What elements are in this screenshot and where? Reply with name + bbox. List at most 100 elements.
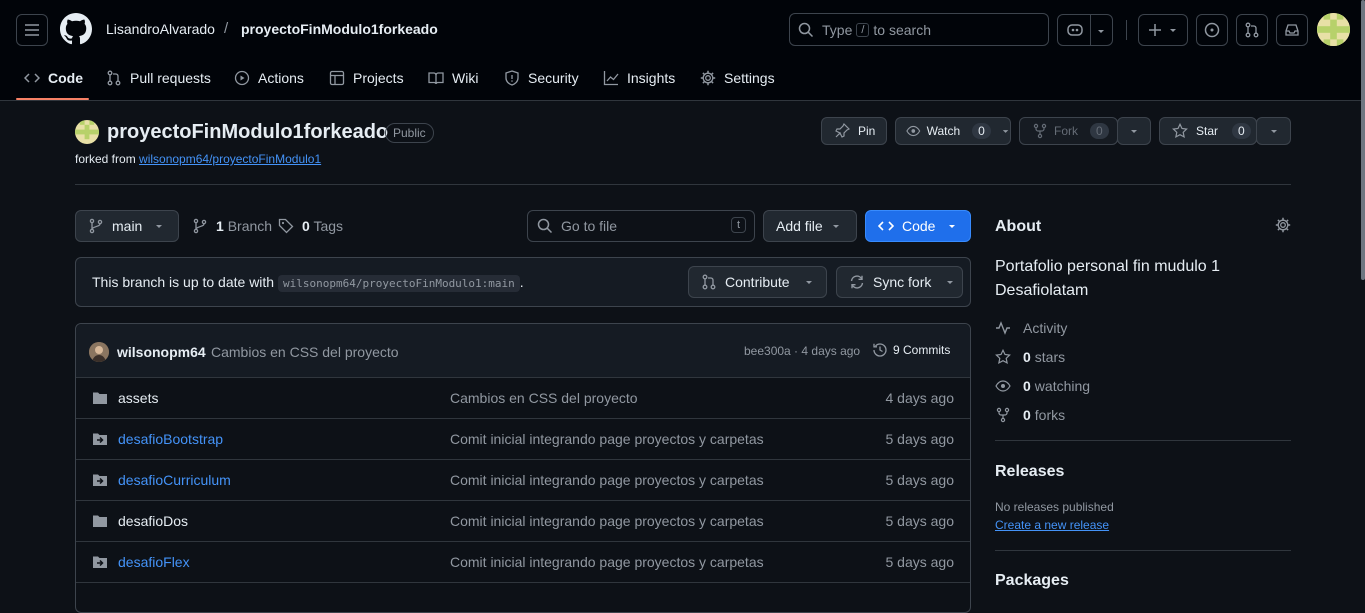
file-commit-message[interactable]: Comit inicial integrando page proyectos … — [450, 472, 764, 488]
pin-button[interactable]: Pin — [821, 117, 887, 145]
go-to-file-input[interactable]: Go to file t — [527, 210, 755, 242]
tab-actions-label: Actions — [258, 70, 304, 86]
tags-link[interactable]: 0 Tags — [278, 218, 343, 234]
forks-count: 0 — [1023, 407, 1031, 423]
no-releases-text: No releases published — [995, 500, 1114, 514]
forked-from-label: forked from wilsonopm64/proyectoFinModul… — [75, 152, 321, 166]
commit-message[interactable]: Cambios en CSS del proyecto — [211, 344, 399, 360]
stars-label: stars — [1034, 349, 1066, 365]
file-row[interactable]: desafioBootstrap Comit inicial integrand… — [76, 418, 970, 459]
commits-link[interactable]: 9 Commits — [872, 342, 950, 358]
branch-status-text: This branch is up to date with wilsonopm… — [92, 274, 524, 292]
create-release-link[interactable]: Create a new release — [995, 518, 1109, 532]
file-commit-message[interactable]: Comit inicial integrando page proyectos … — [450, 554, 764, 570]
header-divider — [1126, 20, 1127, 40]
commit-meta[interactable]: bee300a · 4 days ago — [744, 344, 860, 358]
upstream-ref[interactable]: wilsonopm64/proyectoFinModulo1:main — [278, 275, 520, 292]
code-button[interactable]: Code — [865, 210, 971, 242]
copilot-button[interactable] — [1057, 14, 1113, 46]
fork-dropdown-button[interactable] — [1117, 117, 1151, 145]
copilot-divider — [1090, 15, 1091, 45]
copilot-icon — [1067, 24, 1083, 36]
pull-request-icon — [702, 274, 716, 290]
tag-icon — [278, 218, 294, 234]
add-file-button[interactable]: Add file — [763, 210, 857, 242]
commit-author[interactable]: wilsonopm64 — [117, 344, 206, 360]
file-row[interactable]: desafioDos Comit inicial integrando page… — [76, 500, 970, 541]
tab-insights[interactable]: Insights — [603, 67, 675, 89]
tab-security[interactable]: Security — [504, 67, 579, 89]
gear-icon[interactable] — [1275, 217, 1291, 233]
breadcrumb-repo[interactable]: proyectoFinModulo1forkeado — [241, 21, 438, 37]
star-dropdown-button[interactable] — [1256, 117, 1291, 145]
branches-link[interactable]: 1 Branch — [192, 218, 272, 234]
identicon-icon — [1317, 13, 1350, 46]
pull-requests-button[interactable] — [1236, 14, 1268, 46]
branch-selector[interactable]: main — [75, 210, 179, 242]
inbox-button[interactable] — [1276, 14, 1308, 46]
star-label: Star — [1196, 124, 1219, 138]
watch-button[interactable]: Watch 0 — [895, 117, 1011, 145]
file-name[interactable]: desafioBootstrap — [118, 431, 223, 447]
commit-author-avatar[interactable] — [89, 342, 109, 362]
activity-link[interactable]: Activity — [995, 320, 1067, 336]
sync-fork-button[interactable]: Sync fork — [836, 266, 963, 298]
pin-icon — [835, 123, 850, 138]
github-logo[interactable] — [60, 13, 92, 45]
play-icon — [234, 70, 250, 86]
visibility-badge: Public — [385, 123, 434, 143]
forked-from-link[interactable]: wilsonopm64/proyectoFinModulo1 — [139, 152, 321, 166]
file-row[interactable]: desafioFlex Comit inicial integrando pag… — [76, 541, 970, 582]
stars-link[interactable]: 0 stars — [995, 349, 1065, 365]
submodule-icon — [93, 433, 107, 445]
star-count: 0 — [1232, 123, 1251, 139]
chevron-down-icon — [1170, 29, 1176, 32]
tab-actions[interactable]: Actions — [234, 67, 304, 89]
menu-button[interactable] — [16, 14, 48, 46]
sync-icon — [850, 275, 864, 289]
file-row[interactable]: assets Cambios en CSS del proyecto 4 day… — [76, 377, 970, 418]
repo-title[interactable]: proyectoFinModulo1forkeado — [107, 121, 388, 144]
file-name[interactable]: assets — [118, 390, 158, 406]
issues-button[interactable] — [1196, 14, 1228, 46]
forks-link[interactable]: 0 forks — [995, 407, 1065, 423]
tab-projects[interactable]: Projects — [329, 67, 404, 89]
fork-icon — [996, 407, 1010, 423]
watching-label: watching — [1034, 378, 1091, 394]
search-suffix: to search — [873, 21, 932, 38]
file-row[interactable]: desafioCurriculum Comit inicial integran… — [76, 459, 970, 500]
tab-code-label: Code — [48, 70, 83, 86]
book-icon — [428, 72, 444, 85]
tab-pull-requests[interactable]: Pull requests — [106, 67, 211, 89]
hamburger-icon — [25, 24, 39, 36]
file-name[interactable]: desafioFlex — [118, 554, 190, 570]
create-new-button[interactable] — [1138, 14, 1188, 46]
breadcrumb-owner[interactable]: LisandroAlvarado — [106, 21, 215, 37]
fork-button[interactable]: Fork 0 — [1019, 117, 1118, 145]
tab-code[interactable]: Code — [24, 67, 83, 89]
identicon-icon — [75, 120, 99, 144]
tab-settings[interactable]: Settings — [700, 67, 775, 89]
code-button-label: Code — [902, 218, 936, 234]
releases-heading[interactable]: Releases — [995, 463, 1064, 481]
pull-request-icon — [107, 70, 121, 86]
search-input[interactable]: Type / to search — [789, 13, 1049, 46]
star-button[interactable]: Star 0 — [1159, 117, 1257, 145]
chevron-down-icon — [1002, 130, 1009, 133]
watching-link[interactable]: 0 watching — [995, 378, 1090, 394]
file-commit-message[interactable]: Cambios en CSS del proyecto — [450, 390, 638, 406]
user-avatar[interactable] — [1317, 13, 1350, 46]
packages-heading[interactable]: Packages — [995, 572, 1069, 590]
pulse-icon — [996, 321, 1010, 335]
tab-settings-label: Settings — [724, 70, 775, 86]
tab-code-underline — [16, 98, 89, 100]
contribute-button[interactable]: Contribute — [688, 266, 827, 298]
file-name[interactable]: desafioDos — [118, 513, 188, 529]
file-name[interactable]: desafioCurriculum — [118, 472, 231, 488]
file-commit-message[interactable]: Comit inicial integrando page proyectos … — [450, 431, 764, 447]
branch-name: main — [112, 218, 143, 234]
page-scrollbar[interactable] — [1361, 0, 1365, 280]
repo-header-divider — [75, 184, 1291, 185]
tab-wiki[interactable]: Wiki — [428, 67, 478, 89]
file-commit-message[interactable]: Comit inicial integrando page proyectos … — [450, 513, 764, 529]
